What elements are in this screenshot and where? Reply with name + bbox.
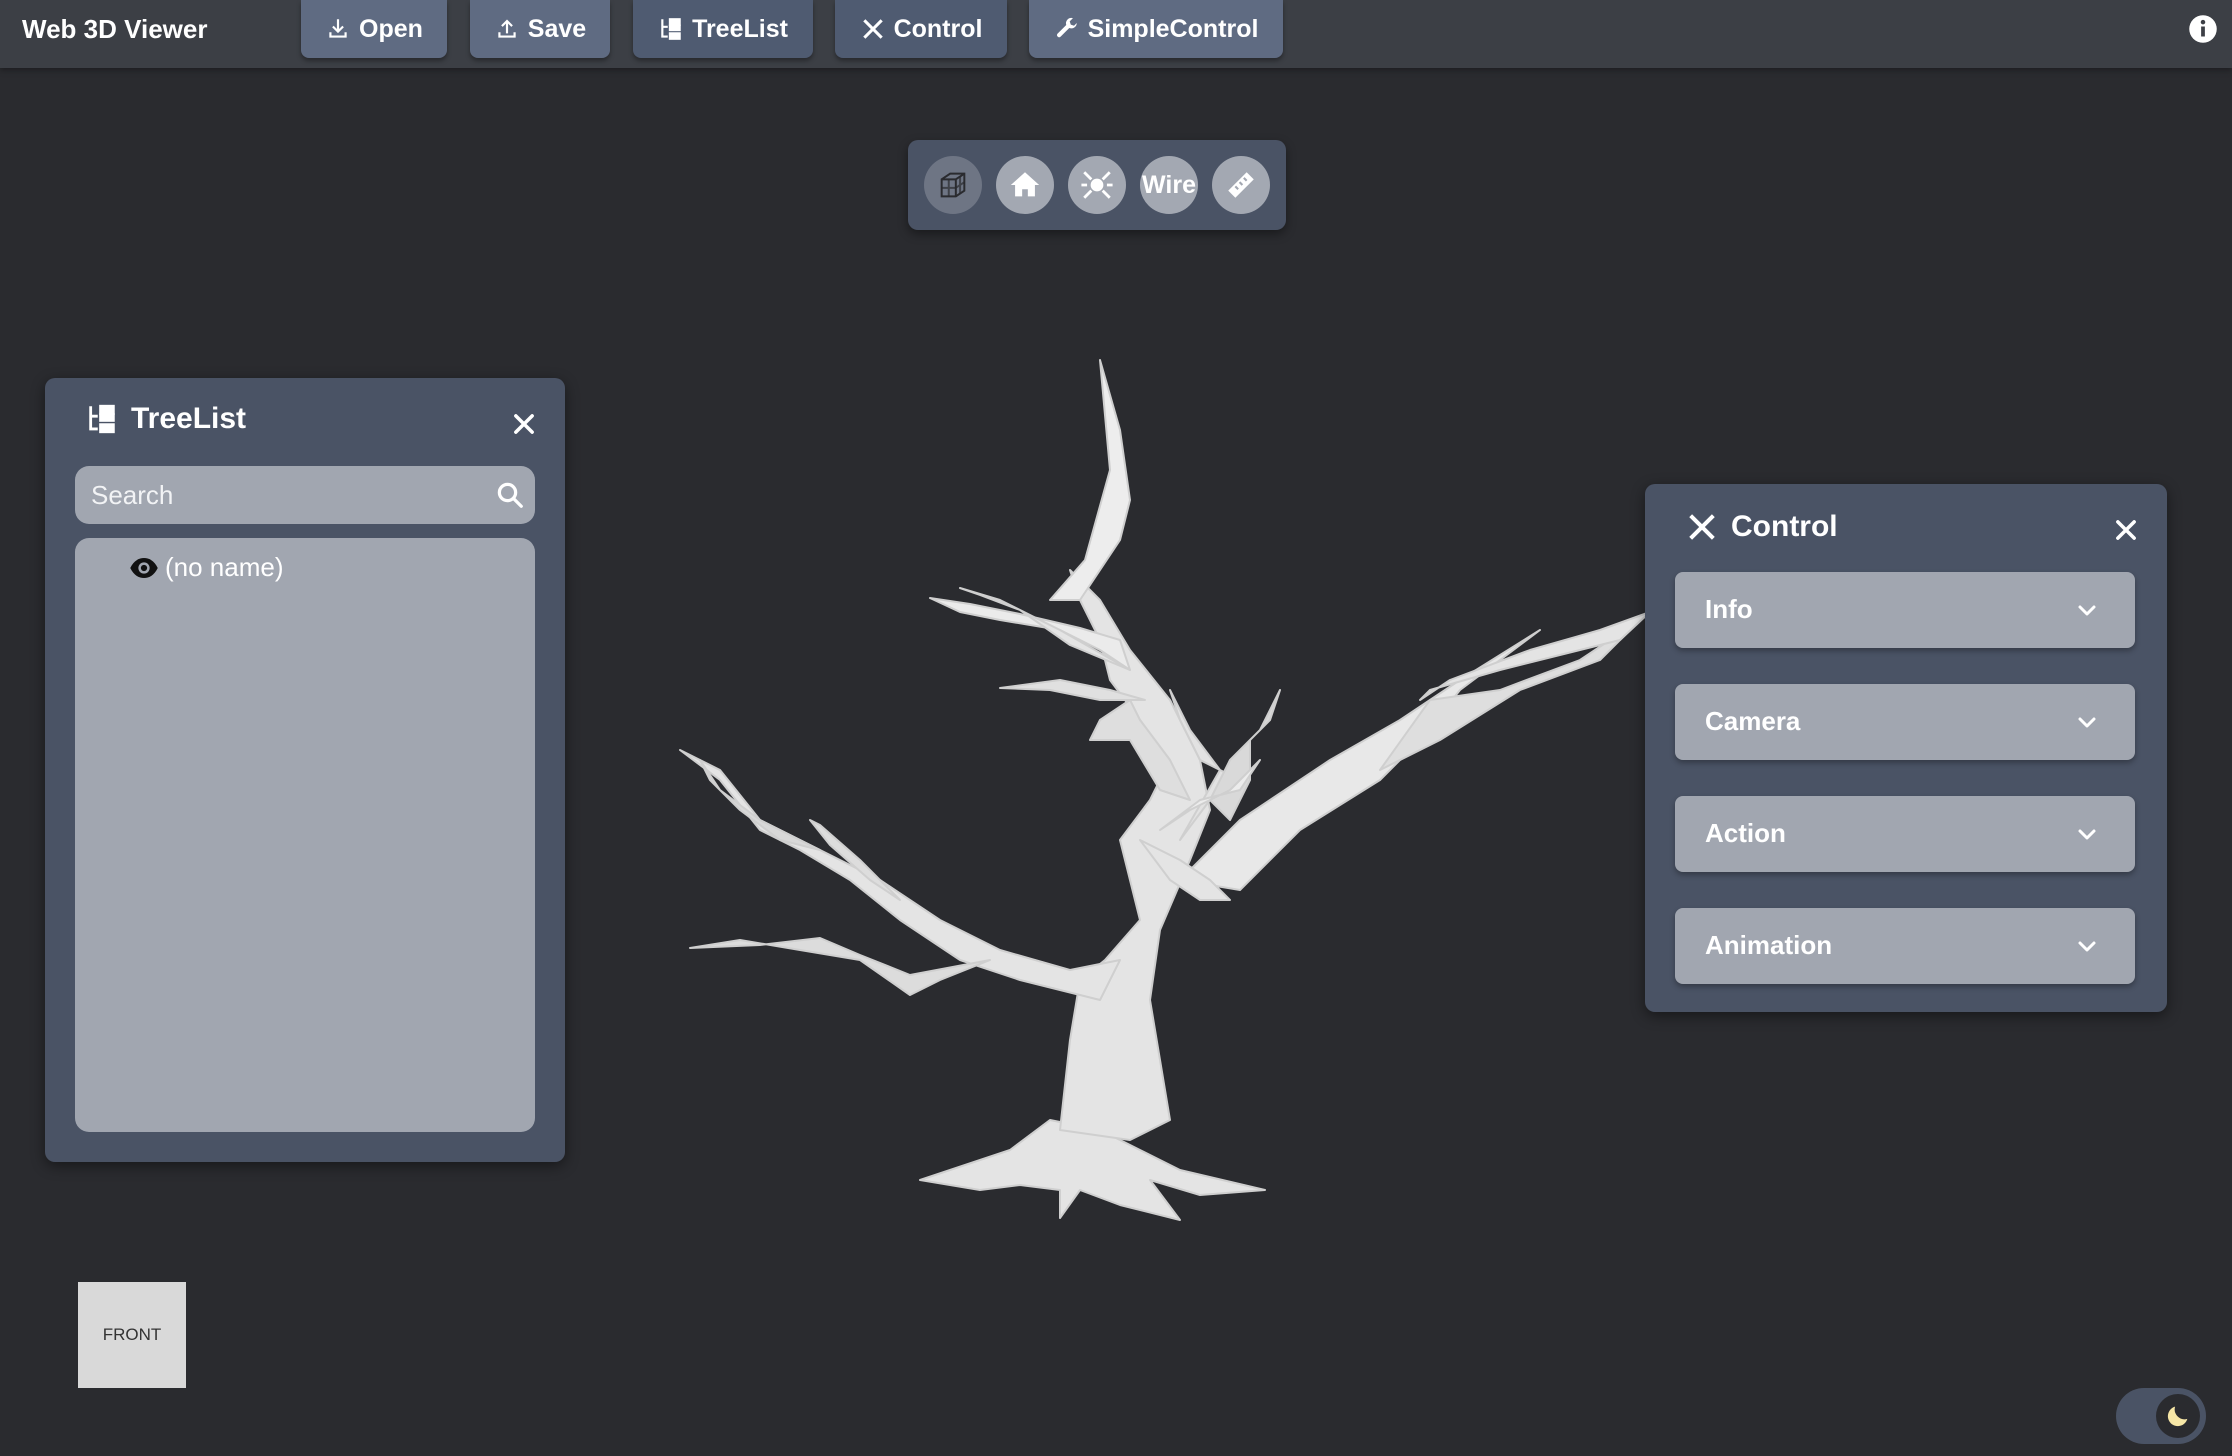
viewport-toolbar: Wire <box>908 140 1286 230</box>
simplecontrol-button[interactable]: SimpleControl <box>1029 0 1283 58</box>
tree-list: (no name) <box>75 538 535 1132</box>
accordion-label: Action <box>1705 818 1786 848</box>
accordion-animation[interactable]: Animation <box>1675 908 2135 984</box>
home-view-button[interactable] <box>996 156 1054 214</box>
close-icon[interactable] <box>2112 516 2140 544</box>
top-menu-bar: Web 3D Viewer Open Save TreeList Control… <box>0 0 2232 68</box>
treelist-panel: TreeList (no name) <box>45 378 565 1162</box>
app-title: Web 3D Viewer <box>22 14 208 44</box>
control-label: Control <box>893 14 983 43</box>
wrench-icon <box>1056 17 1077 38</box>
info-icon[interactable] <box>2188 14 2218 44</box>
tools-icon <box>862 19 883 39</box>
eye-icon[interactable] <box>129 553 159 583</box>
measure-button[interactable] <box>1212 156 1270 214</box>
download-icon <box>329 19 347 38</box>
open-label: Open <box>359 14 423 43</box>
treelist-icon <box>661 18 681 40</box>
wire-toggle-button[interactable]: Wire <box>1140 156 1198 214</box>
tree-model <box>679 359 1651 1221</box>
focus-icon <box>1081 171 1113 199</box>
treelist-search <box>75 466 535 524</box>
accordion-label: Camera <box>1705 706 1801 736</box>
upload-icon <box>498 19 516 38</box>
control-panel-header: Control <box>1685 510 1838 544</box>
chevron-down-icon <box>2078 829 2096 840</box>
control-panel-title: Control <box>1731 510 1838 543</box>
accordion-label: Info <box>1705 594 1753 624</box>
home-icon <box>1010 172 1040 197</box>
save-button[interactable]: Save <box>470 0 610 58</box>
view-cube[interactable]: FRONT <box>78 1282 186 1388</box>
wireframe-cube-icon <box>940 172 966 198</box>
wireframe-cube-button[interactable] <box>924 156 982 214</box>
chevron-down-icon <box>2078 941 2096 952</box>
ruler-icon <box>1228 172 1254 198</box>
theme-toggle-knob <box>2156 1394 2200 1438</box>
accordion-label: Animation <box>1705 930 1833 960</box>
view-cube-face-label: FRONT <box>102 1325 162 1344</box>
search-icon[interactable] <box>495 480 525 510</box>
accordion-action[interactable]: Action <box>1675 796 2135 872</box>
open-button[interactable]: Open <box>301 0 447 58</box>
treelist-panel-title: TreeList <box>131 402 247 435</box>
treelist-toggle-button[interactable]: TreeList <box>633 0 813 58</box>
tree-item-label: (no name) <box>165 552 284 582</box>
treelist-panel-header: TreeList <box>85 402 246 436</box>
treelist-label: TreeList <box>692 14 788 43</box>
accordion-camera[interactable]: Camera <box>1675 684 2135 760</box>
control-panel: Control Info Camera Action Animation <box>1645 484 2167 1012</box>
focus-button[interactable] <box>1068 156 1126 214</box>
moon-icon <box>2167 1406 2188 1427</box>
save-label: Save <box>527 14 587 43</box>
simplecontrol-label: SimpleControl <box>1087 14 1259 43</box>
close-icon[interactable] <box>510 410 538 438</box>
tools-icon <box>1689 514 1715 540</box>
theme-toggle[interactable] <box>2116 1388 2206 1444</box>
accordion-info[interactable]: Info <box>1675 572 2135 648</box>
wire-label: Wire <box>1142 170 1196 199</box>
control-toggle-button[interactable]: Control <box>835 0 1007 58</box>
tree-list-item[interactable]: (no name) <box>129 552 284 583</box>
search-input[interactable] <box>75 466 475 524</box>
chevron-down-icon <box>2078 717 2096 728</box>
treelist-icon <box>89 404 115 434</box>
chevron-down-icon <box>2078 605 2096 616</box>
